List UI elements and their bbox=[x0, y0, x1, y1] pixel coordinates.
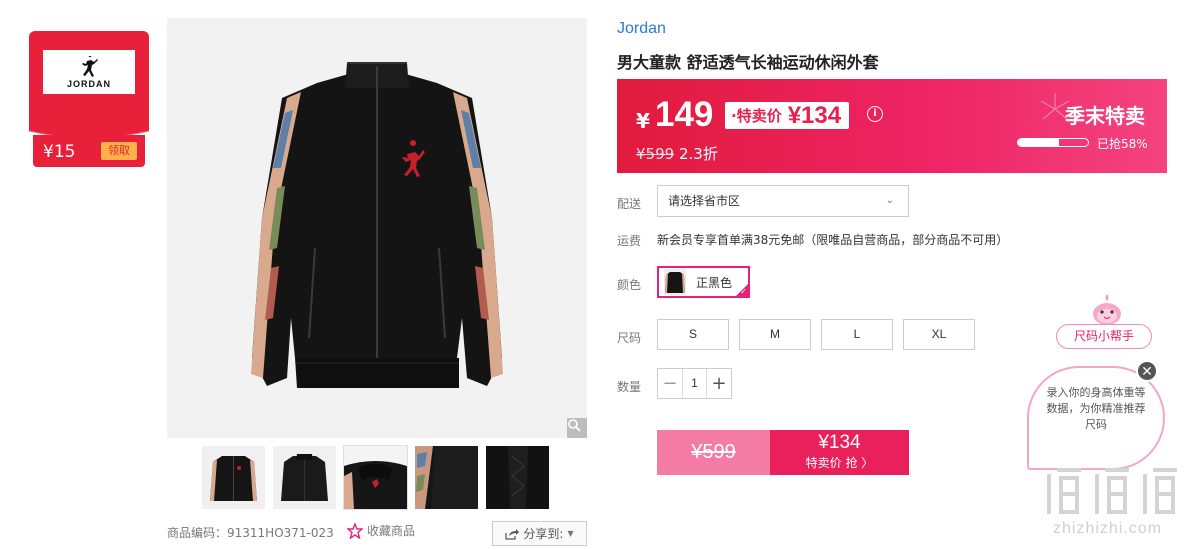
buy-bar: ¥599 ¥134 特卖价 抢 〉 bbox=[657, 430, 909, 475]
buy-original-price-panel: ¥599 bbox=[657, 430, 770, 475]
size-label: 尺码 bbox=[617, 331, 642, 345]
thumbnail-collar[interactable] bbox=[343, 445, 408, 510]
special-price-value: ¥134 bbox=[787, 101, 842, 129]
quantity-label: 数量 bbox=[617, 380, 642, 394]
check-icon: ✓ bbox=[740, 287, 747, 296]
price-currency: ¥ bbox=[636, 109, 650, 133]
special-price-label: ·特卖价 bbox=[731, 107, 782, 125]
current-price: 149 bbox=[655, 95, 714, 134]
shipping-info: 新会员专享首单满38元免邮（限唯品自营商品，部分商品不可用） bbox=[657, 233, 1009, 247]
quantity-stepper: − 1 + bbox=[657, 368, 732, 399]
thumbnail-strip bbox=[202, 445, 549, 510]
jordan-logo: JORDAN bbox=[43, 50, 135, 94]
thumbnail-front-image bbox=[210, 456, 257, 501]
info-icon[interactable]: i bbox=[867, 106, 883, 122]
price-banner: ¥ 149 ·特卖价 ¥134 i ¥599 2.3折 季末特卖 已抢58% bbox=[617, 79, 1167, 173]
thumbnail-sleeve-image bbox=[415, 446, 478, 509]
sold-progress-fill bbox=[1018, 139, 1059, 146]
buy-price: ¥134 bbox=[818, 432, 861, 453]
size-helper-button[interactable]: 尺码小帮手 bbox=[1056, 324, 1152, 349]
region-select[interactable]: 请选择省市区 ⌄ bbox=[657, 185, 909, 217]
thumbnail-front[interactable] bbox=[202, 446, 265, 509]
brand-link[interactable]: Jordan bbox=[617, 20, 666, 38]
thumbnail-collar-image bbox=[344, 446, 407, 509]
claim-coupon-button[interactable]: 领取 bbox=[101, 142, 137, 160]
sold-progress-bar bbox=[1017, 138, 1089, 147]
share-icon bbox=[505, 528, 520, 540]
jacket-image bbox=[251, 62, 503, 388]
watermark-logo bbox=[1047, 468, 1177, 514]
size-option-xl[interactable]: XL bbox=[903, 319, 975, 350]
product-title: 男大童款 舒适透气长袖运动休闲外套 bbox=[617, 53, 879, 72]
quantity-input[interactable]: 1 bbox=[682, 369, 707, 398]
thumbnail-back-image bbox=[281, 454, 328, 501]
coupon-footer: ¥15 领取 bbox=[33, 135, 145, 167]
delivery-label: 配送 bbox=[617, 197, 642, 211]
favorite-label: 收藏商品 bbox=[367, 524, 416, 538]
chevron-down-icon: ▼ bbox=[567, 529, 574, 538]
quantity-increase-button[interactable]: + bbox=[707, 369, 731, 398]
size-option-l[interactable]: L bbox=[821, 319, 893, 350]
coupon-brand-text: JORDAN bbox=[66, 78, 111, 89]
favorite-button[interactable]: 收藏商品 bbox=[347, 522, 415, 539]
buy-now-button[interactable]: ¥134 特卖价 抢 〉 bbox=[770, 430, 909, 475]
watermark: zhizhizhi.com bbox=[1043, 466, 1193, 546]
product-main-image[interactable] bbox=[167, 18, 587, 438]
close-helper-button[interactable]: ✕ bbox=[1136, 360, 1158, 382]
color-option-label: 正黑色 bbox=[696, 275, 733, 290]
magnifier-icon bbox=[568, 419, 581, 432]
shipping-label: 运费 bbox=[617, 234, 642, 248]
thumbnail-fabric-detail[interactable] bbox=[486, 446, 549, 509]
size-option-m[interactable]: M bbox=[739, 319, 811, 350]
buy-action-label: 特卖价 抢 〉 bbox=[805, 456, 874, 470]
discount-rate: 2.3折 bbox=[678, 145, 718, 163]
sold-percentage: 已抢58% bbox=[1097, 137, 1148, 151]
mascot-icon bbox=[1093, 294, 1121, 325]
original-price: ¥599 bbox=[636, 145, 675, 163]
color-option-black[interactable]: 正黑色 ✓ bbox=[657, 266, 750, 298]
thumbnail-back[interactable] bbox=[273, 446, 336, 509]
share-button[interactable]: 分享到: ▼ bbox=[492, 521, 587, 546]
thumbnail-sleeve-detail[interactable] bbox=[415, 446, 478, 509]
color-label: 颜色 bbox=[617, 278, 642, 292]
thumbnail-fabric-image bbox=[486, 446, 549, 509]
size-helper-widget: 尺码小帮手 录入你的身高体重等数据，为你精准推荐尺码 ✕ bbox=[1026, 288, 1176, 493]
star-icon bbox=[347, 522, 363, 539]
product-code: 商品编码：91311HO371-023 bbox=[167, 526, 334, 540]
buy-original-price: ¥599 bbox=[691, 441, 736, 463]
watermark-text: zhizhizhi.com bbox=[1053, 520, 1163, 537]
coupon-amount: ¥15 bbox=[43, 142, 76, 162]
quantity-decrease-button[interactable]: − bbox=[658, 369, 682, 398]
chevron-down-icon: ⌄ bbox=[885, 195, 894, 206]
zoom-button[interactable] bbox=[567, 418, 587, 438]
color-swatch-image bbox=[664, 269, 686, 295]
special-price-tag: ·特卖价 ¥134 bbox=[725, 101, 850, 129]
brand-coupon[interactable]: JORDAN ¥15 领取 bbox=[29, 31, 149, 168]
region-select-value: 请选择省市区 bbox=[668, 194, 741, 208]
jumpman-icon bbox=[82, 55, 98, 77]
coupon-header: JORDAN bbox=[29, 31, 149, 131]
promo-title: 季末特卖 bbox=[1065, 104, 1145, 128]
size-option-s[interactable]: S bbox=[657, 319, 729, 350]
share-label: 分享到: bbox=[523, 527, 564, 541]
original-price-row: ¥599 2.3折 bbox=[636, 143, 718, 164]
